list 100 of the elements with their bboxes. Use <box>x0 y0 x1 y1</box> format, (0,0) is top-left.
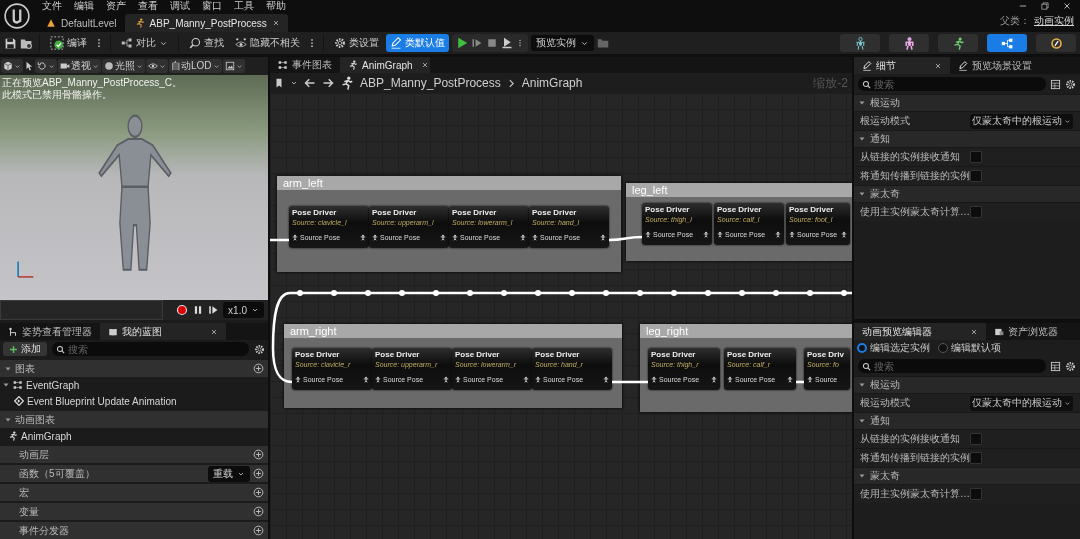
record-icon[interactable] <box>176 304 189 316</box>
folder-search-icon[interactable] <box>20 36 33 50</box>
add-icon[interactable] <box>253 363 264 374</box>
checkbox[interactable] <box>970 488 982 500</box>
section-header[interactable]: 变量 <box>0 503 268 520</box>
mode-button[interactable] <box>1036 34 1076 52</box>
settings-icon[interactable] <box>1065 360 1076 372</box>
search-field[interactable]: 搜索 <box>858 77 1046 91</box>
expand-arrow-icon[interactable] <box>858 190 866 198</box>
image-dropdown[interactable] <box>222 59 245 73</box>
pose-pin-icon[interactable] <box>841 231 847 238</box>
radio-icon[interactable] <box>857 343 867 353</box>
class-settings-button[interactable]: 类设置 <box>330 34 383 52</box>
menu-item[interactable]: 查看 <box>134 0 162 13</box>
checkbox[interactable] <box>970 170 982 182</box>
panel-tab[interactable]: 细节 <box>854 57 950 74</box>
back-icon[interactable] <box>304 77 316 89</box>
mode-button[interactable] <box>889 34 929 52</box>
section-header[interactable]: 宏 <box>0 484 268 501</box>
pose-pin-icon[interactable] <box>532 234 538 241</box>
menu-item[interactable]: 编辑 <box>70 0 98 13</box>
category-header[interactable]: 根运动 <box>854 94 1080 111</box>
pose-pin-icon[interactable] <box>452 234 458 241</box>
category-header[interactable]: 蒙太奇 <box>854 467 1080 484</box>
lod-dropdown[interactable]: 自动LOD <box>169 59 222 73</box>
mode-button[interactable] <box>840 34 880 52</box>
graph-tab[interactable]: AnimGraph <box>340 57 430 73</box>
table-icon[interactable] <box>1050 78 1061 90</box>
checkbox[interactable] <box>970 433 982 445</box>
pose-pin-icon[interactable] <box>455 376 461 383</box>
menu-item[interactable]: 帮助 <box>262 0 290 13</box>
pose-pin-icon[interactable] <box>807 376 813 383</box>
category-header[interactable]: 蒙太奇 <box>854 185 1080 202</box>
pose-pin-icon[interactable] <box>535 376 541 383</box>
show-dropdown[interactable] <box>146 59 168 73</box>
category-header[interactable]: 通知 <box>854 130 1080 147</box>
section-header[interactable]: 图表 <box>0 360 268 377</box>
add-icon[interactable] <box>253 525 264 536</box>
pose-pin-icon[interactable] <box>717 231 723 238</box>
radio-option[interactable]: 编辑选定实例 <box>857 341 930 355</box>
pose-pin-icon[interactable] <box>375 376 381 383</box>
close-icon[interactable] <box>1062 1 1072 11</box>
section-header[interactable]: 事件分发器 <box>0 522 268 539</box>
close-icon[interactable] <box>210 327 218 336</box>
rotate-dropdown[interactable] <box>35 59 57 73</box>
step-icon[interactable] <box>471 37 483 49</box>
property-dropdown[interactable]: 仅蒙太奇中的根运动 <box>970 113 1073 129</box>
pause-icon[interactable] <box>193 304 204 316</box>
pose-pin-icon[interactable] <box>372 234 378 241</box>
pose-pin-icon[interactable] <box>292 234 298 241</box>
options-dropdown[interactable] <box>1 59 23 73</box>
add-icon[interactable] <box>253 449 264 460</box>
expand-arrow-icon[interactable] <box>858 381 866 389</box>
tree-item[interactable]: Event Blueprint Update Animation <box>0 393 268 409</box>
folder-icon[interactable] <box>597 37 609 49</box>
expand-arrow-icon[interactable] <box>858 417 866 425</box>
checkbox[interactable] <box>970 151 982 163</box>
speed-dropdown[interactable]: x1.0 <box>223 302 264 318</box>
close-icon[interactable] <box>970 327 978 336</box>
radio-option[interactable]: 编辑默认项 <box>938 341 1001 355</box>
table-icon[interactable] <box>1050 360 1061 372</box>
graph-tab[interactable]: 事件图表 <box>270 57 340 73</box>
add-icon[interactable] <box>253 468 264 479</box>
category-header[interactable]: 通知 <box>854 412 1080 429</box>
preview-dropdown[interactable]: 预览实例 <box>531 35 594 51</box>
breadcrumb-item[interactable]: AnimGraph <box>521 76 583 90</box>
category-header[interactable]: 根运动 <box>854 376 1080 393</box>
checkbox[interactable] <box>970 452 982 464</box>
pose-pin-icon[interactable] <box>775 231 781 238</box>
close-icon[interactable] <box>934 61 942 70</box>
pose-pin-icon[interactable] <box>645 231 651 238</box>
override-dropdown[interactable]: 重载 <box>208 465 250 482</box>
mode-button[interactable] <box>987 34 1027 52</box>
expand-arrow-icon[interactable] <box>858 99 866 107</box>
pose-pin-icon[interactable] <box>523 376 529 383</box>
lighting-dropdown[interactable]: 光照 <box>102 59 145 73</box>
pose-pin-icon[interactable] <box>789 231 795 238</box>
add-icon[interactable] <box>253 506 264 517</box>
compile-button[interactable]: 编译 <box>46 34 91 52</box>
section-header[interactable]: 动画层 <box>0 446 268 463</box>
tree-item[interactable]: AnimGraph <box>0 428 268 444</box>
panel-tab[interactable]: 资产浏览器 <box>986 323 1066 340</box>
menu-item[interactable]: 调试 <box>166 0 194 13</box>
save-icon[interactable] <box>4 36 17 50</box>
pose-pin-icon[interactable] <box>440 234 446 241</box>
class-defaults-button[interactable]: 类默认值 <box>386 34 449 52</box>
section-header[interactable]: 函数（5可覆盖） 重载 <box>0 465 268 482</box>
menu-item[interactable]: 资产 <box>102 0 130 13</box>
pose-pin-icon[interactable] <box>727 376 733 383</box>
pose-pin-icon[interactable] <box>703 231 709 238</box>
pose-pin-icon[interactable] <box>600 234 606 241</box>
pose-pin-icon[interactable] <box>711 376 717 383</box>
parent-class-link[interactable]: 动画实例 <box>1034 14 1074 28</box>
expand-arrow-icon[interactable] <box>858 472 866 480</box>
pose-pin-icon[interactable] <box>603 376 609 383</box>
stop-icon[interactable] <box>486 37 498 49</box>
play-icon[interactable] <box>456 37 468 49</box>
menu-item[interactable]: 窗口 <box>198 0 226 13</box>
search-field[interactable]: 搜索 <box>858 359 1046 373</box>
caret-icon[interactable] <box>290 79 298 87</box>
